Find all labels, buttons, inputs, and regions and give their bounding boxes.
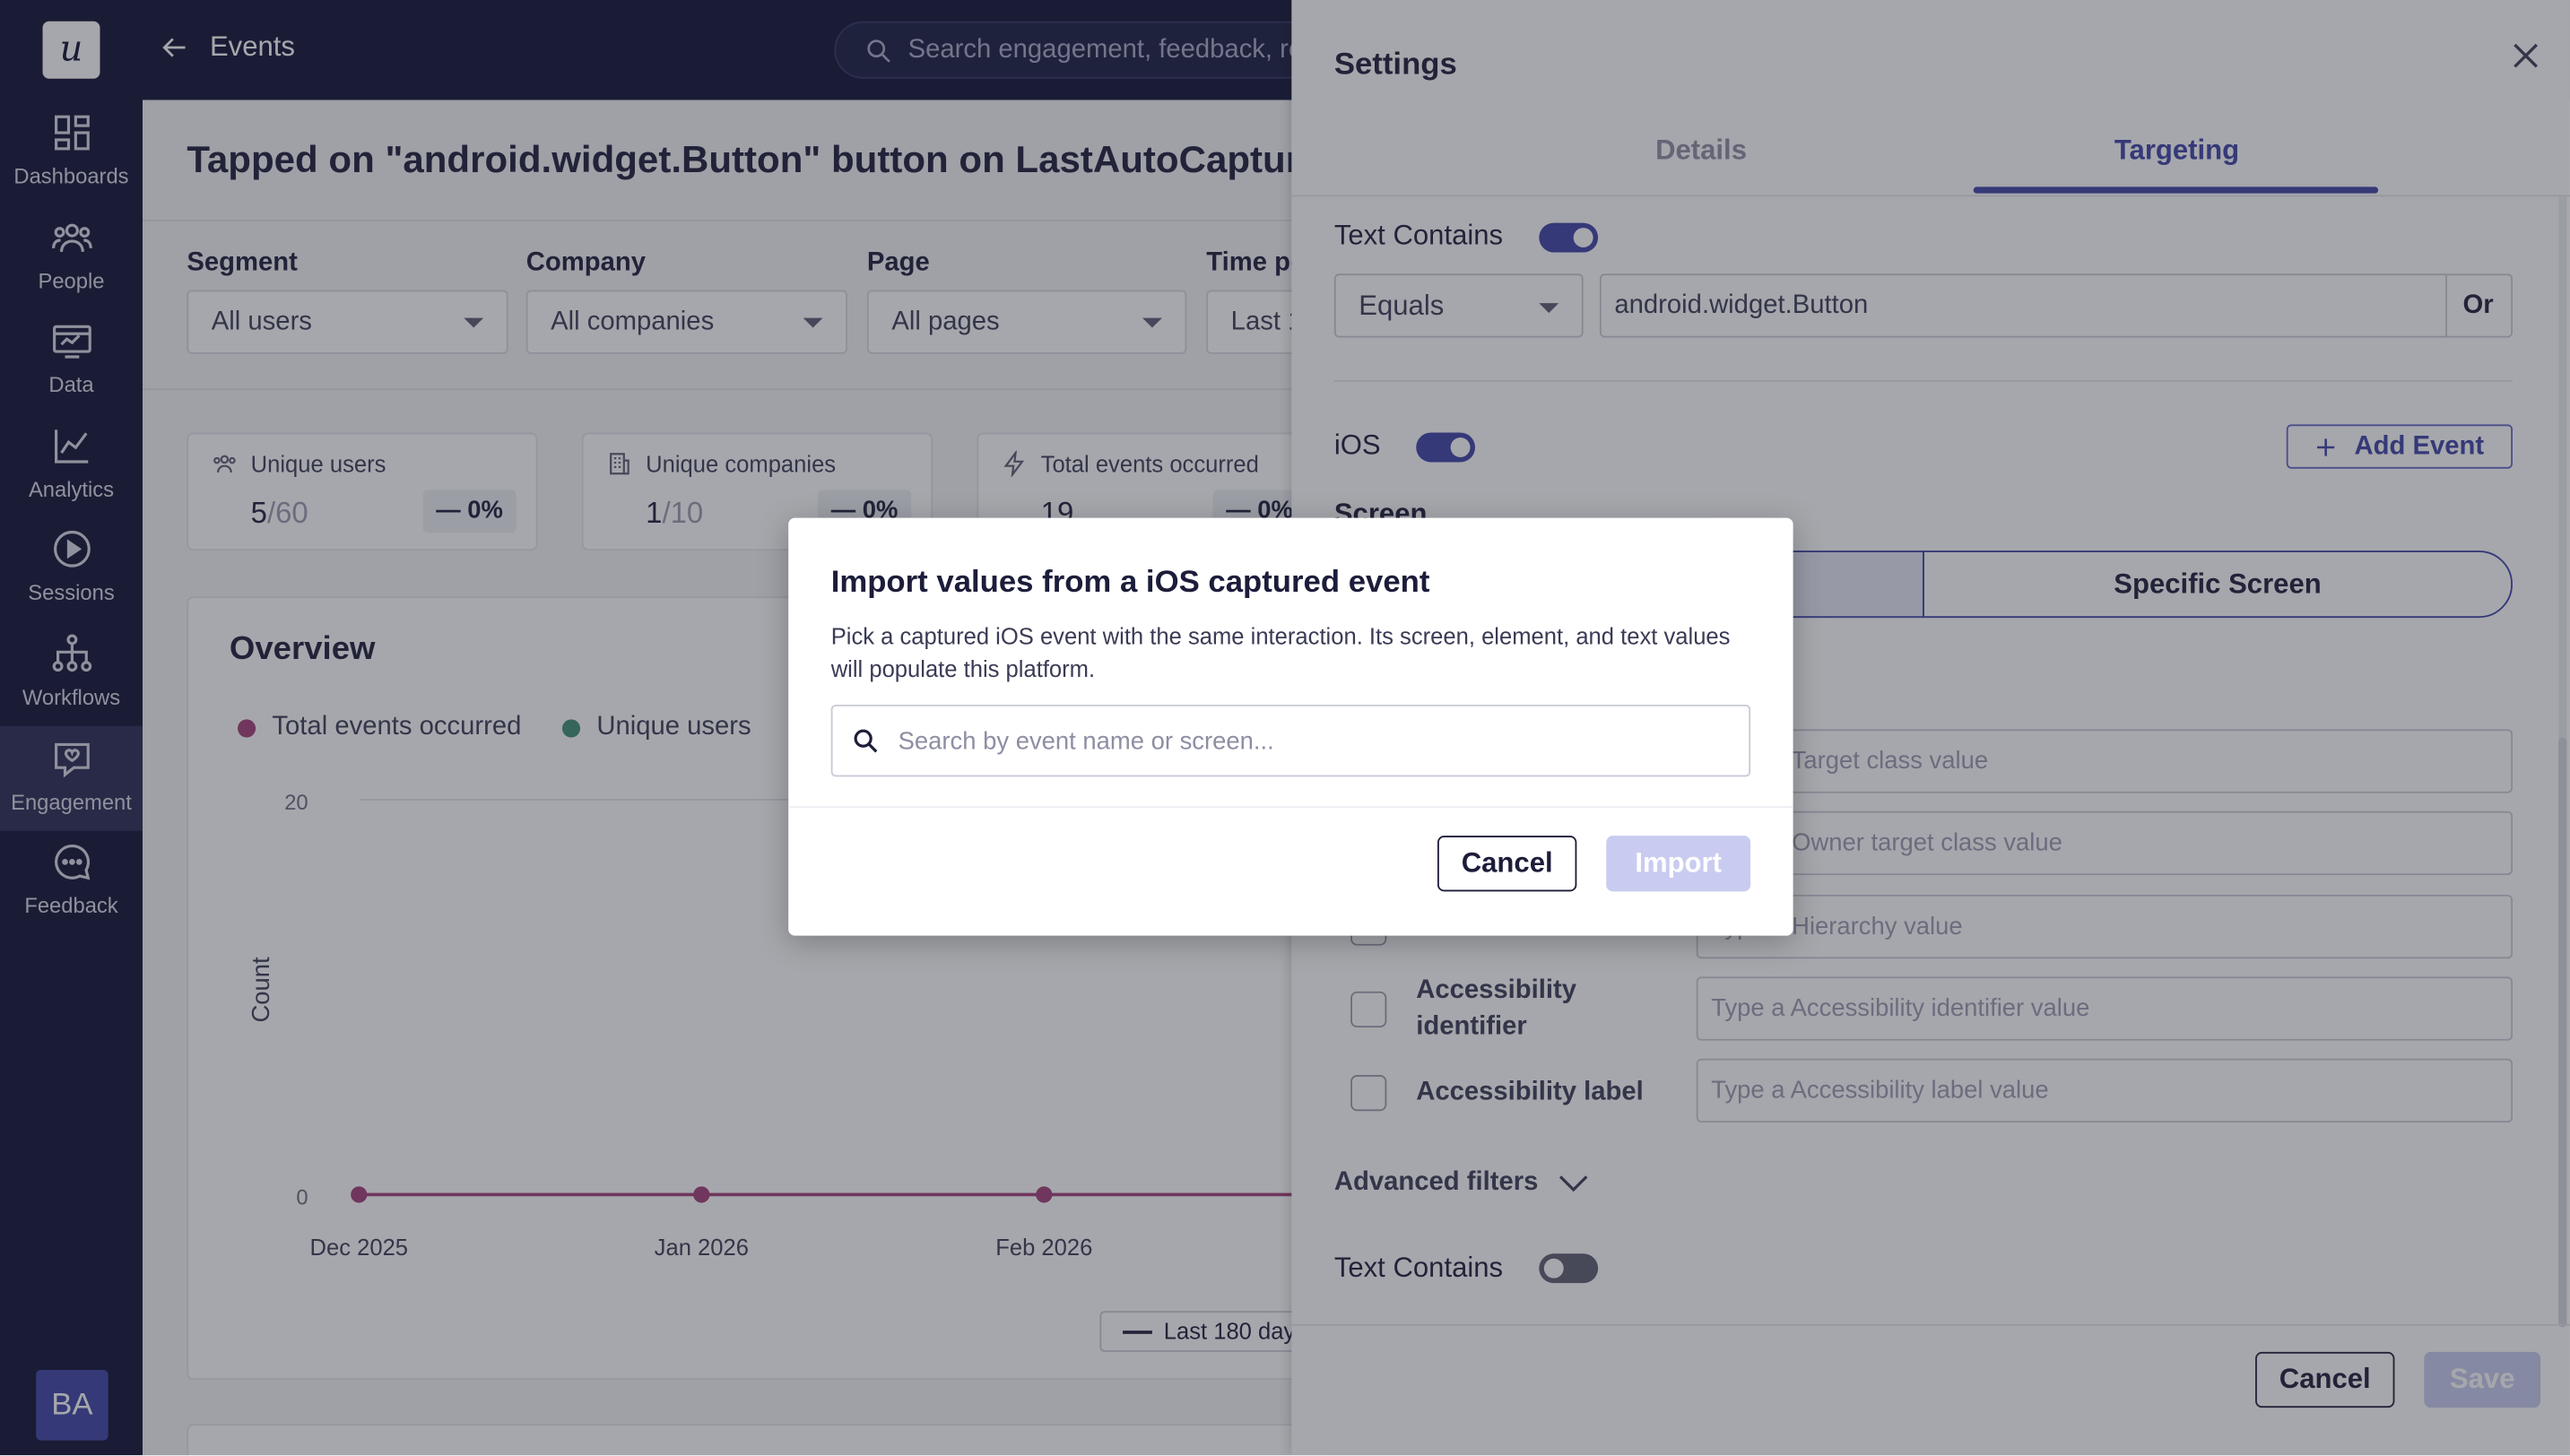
modal-cancel-button[interactable]: Cancel (1437, 836, 1577, 892)
modal-import-button[interactable]: Import (1606, 836, 1751, 892)
search-icon (854, 729, 878, 753)
modal-title: Import values from a iOS captured event (830, 565, 1430, 600)
import-modal: Import values from a iOS captured event … (788, 517, 1793, 936)
event-search-placeholder: Search by event name or screen... (898, 726, 1274, 755)
event-search-input[interactable]: Search by event name or screen... (830, 704, 1751, 777)
modal-description: Pick a captured iOS event with the same … (830, 622, 1731, 682)
divider (788, 806, 1793, 809)
app-root: u Dashboards People Data Analytics Sessi… (0, 0, 2570, 1456)
